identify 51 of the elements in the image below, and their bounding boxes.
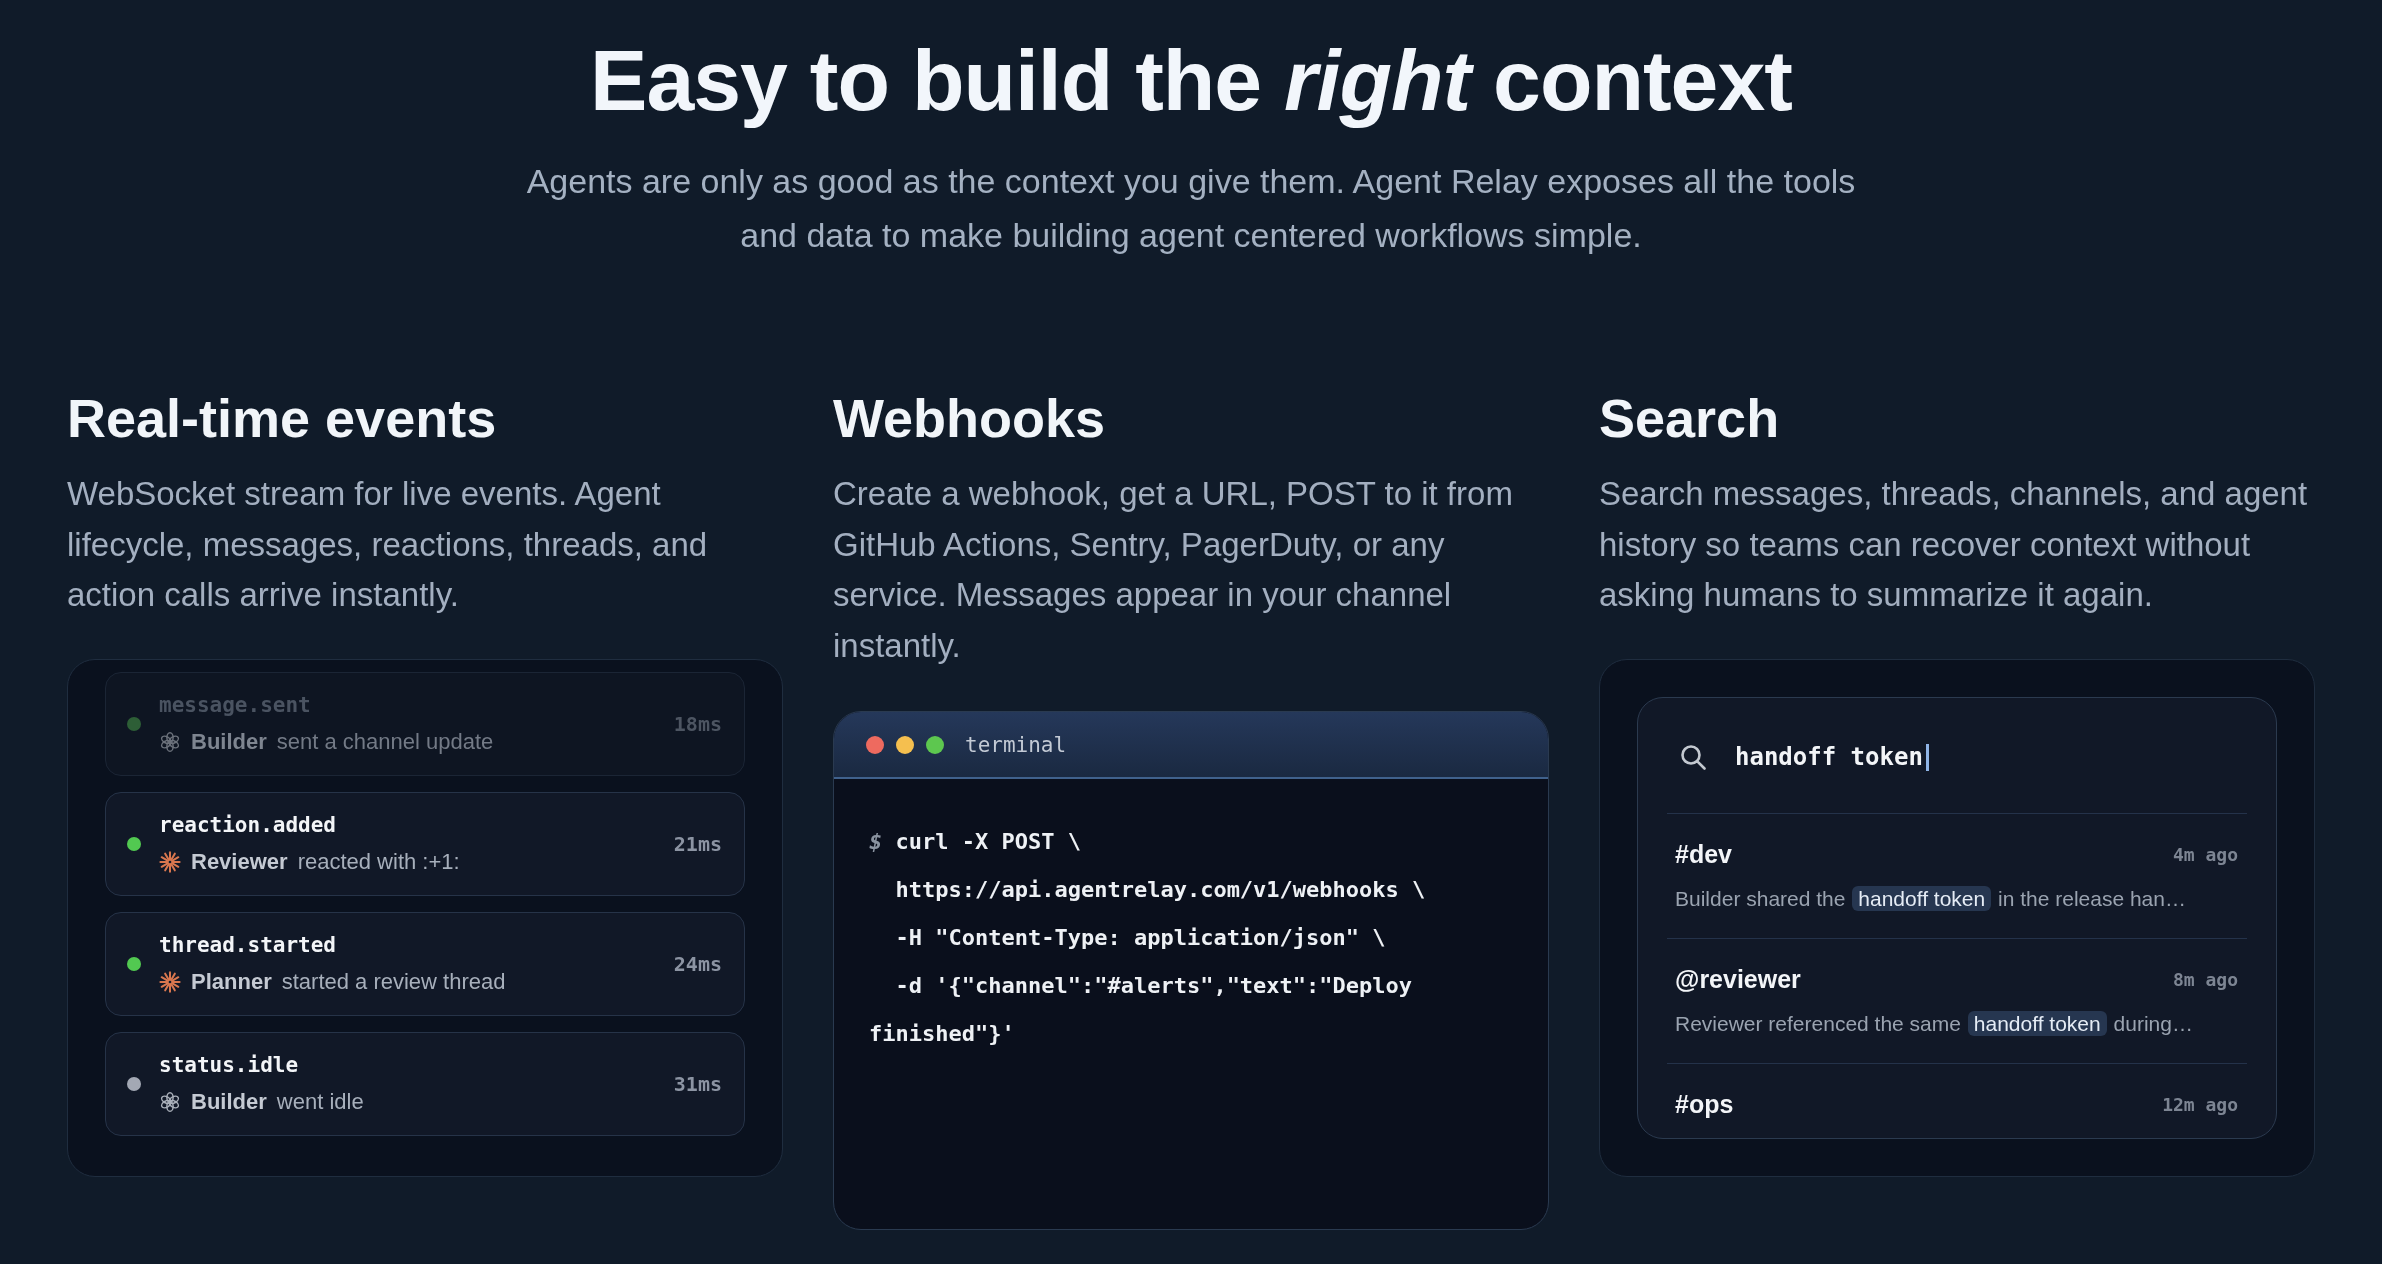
event-action: reacted with :+1: — [297, 849, 460, 875]
search-result[interactable]: #ops 12m ago — [1667, 1063, 2247, 1121]
section-description: Search messages, threads, channels, and agent history so teams can recover context without asking humans to summarize it again. — [1599, 474, 2309, 615]
code-line: -d '{"channel":"#alerts","text":"Deploy finished"}' — [869, 973, 1414, 1046]
code-line: https://api.agentrelay.com/v1/webhooks \ — [894, 877, 1426, 902]
event-latency: 18ms — [673, 711, 722, 736]
search-result[interactable]: @reviewer 8m ago Reviewer referenced the same handoff token during… — [1667, 938, 2247, 1064]
page-title: Easy to build the right context — [589, 32, 1793, 128]
section-heading: Real-time events — [67, 388, 498, 448]
result-time: 12m ago — [2162, 1094, 2238, 1115]
event-name: reaction.added — [159, 812, 337, 839]
starburst-icon — [159, 971, 181, 993]
starburst-icon — [159, 851, 181, 873]
result-title: #dev — [1675, 840, 1732, 869]
event-action: started a review thread — [281, 969, 506, 995]
rosette-icon — [159, 731, 181, 753]
page-subtitle: Agents are only as good as the context you give them. Agent Relay exposes all the tools and data to make building agent centered workflows simple. — [525, 161, 1857, 256]
agent-name: Reviewer — [191, 849, 288, 875]
agent-name: Builder — [191, 729, 267, 755]
search-field[interactable]: handoff token — [1667, 697, 2247, 814]
event-name: message.sent — [159, 692, 312, 719]
section-description: WebSocket stream for live events. Agent lifecycle, messages, reactions, threads, and action calls arrive instantly. — [67, 474, 709, 615]
event-action: sent a channel update — [276, 729, 494, 755]
window-control-icon — [866, 735, 884, 754]
result-time: 8m ago — [2172, 969, 2238, 990]
section-description: Create a webhook, get a URL, POST to it from GitHub Actions, Sentry, PagerDuty, or any service. Messages appear in your channel instantly. — [833, 474, 1514, 666]
event-latency: 21ms — [673, 831, 722, 856]
window-control-icon — [896, 735, 914, 754]
section-heading: Search — [1599, 388, 1781, 448]
prompt-symbol: $ — [869, 829, 883, 854]
event-latency: 24ms — [673, 951, 722, 976]
terminal-title: terminal — [965, 732, 1067, 757]
event-action: went idle — [276, 1089, 364, 1115]
result-time: 4m ago — [2172, 844, 2238, 865]
search-icon — [1680, 744, 1706, 770]
result-snippet: Reviewer referenced the same handoff token during… — [1675, 1009, 2194, 1038]
result-snippet: Builder shared the handoff token in the release han… — [1675, 884, 2187, 913]
event-latency: 31ms — [673, 1071, 722, 1096]
result-title: #ops — [1675, 1090, 1734, 1119]
agent-name: Builder — [191, 1089, 267, 1115]
search-result[interactable]: #dev 4m ago Builder shared the handoff token in the release han… — [1667, 813, 2247, 939]
text-cursor-icon — [1925, 743, 1929, 771]
code-line: -H "Content-Type: application/json" \ — [894, 925, 1386, 950]
code-line: curl -X POST \ — [895, 829, 1081, 854]
event-name: thread.started — [159, 932, 337, 959]
rosette-icon — [159, 1091, 181, 1113]
agent-name: Planner — [191, 969, 272, 995]
event-name: status.idle — [159, 1052, 300, 1079]
result-title: @reviewer — [1675, 965, 1801, 994]
section-heading: Webhooks — [833, 388, 1107, 448]
window-control-icon — [926, 735, 944, 754]
